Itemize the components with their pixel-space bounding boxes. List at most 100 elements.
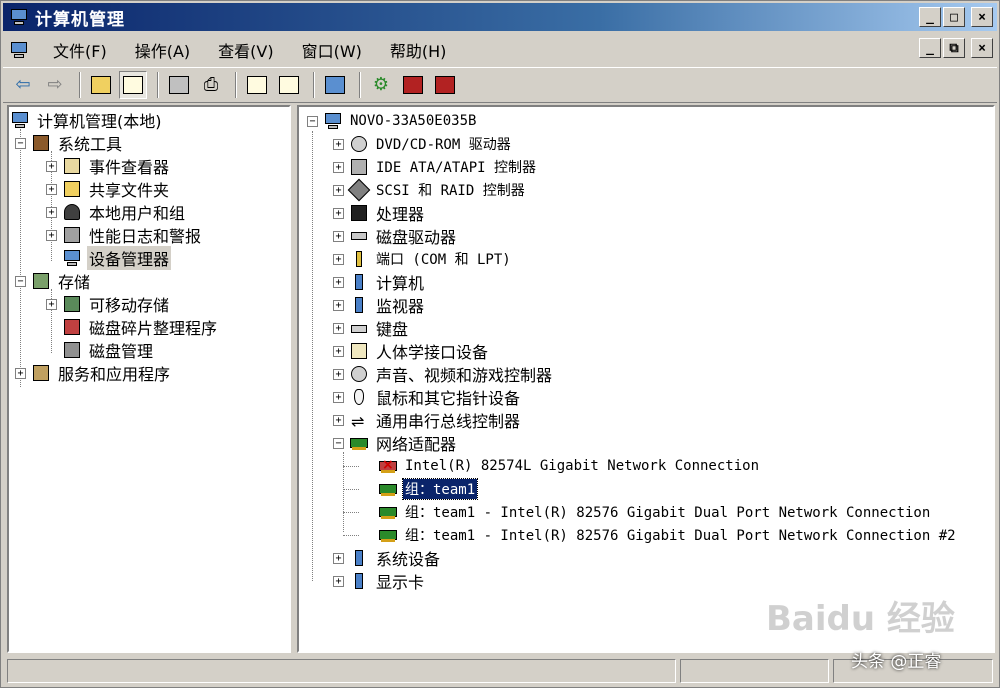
toolbar: ⇦ ⇨ ⎙ ⚙ [3,67,997,103]
up-folder-icon [91,76,111,94]
collapse-toggle[interactable]: − [333,437,344,449]
device-root[interactable]: − NOVO-33A50E035B [307,110,478,132]
category-computer[interactable]: + 计算机 [333,271,426,293]
print-button[interactable]: ⎙ [197,71,225,99]
expand-toggle[interactable]: + [333,184,344,196]
tree-item-system-tools[interactable]: − 系统工具 [15,132,124,154]
tree-item-storage[interactable]: − 存储 [15,270,92,292]
category-sound-video[interactable]: + 声音、视频和游戏控制器 [333,363,554,385]
menu-bar: 文件(F) 操作(A) 查看(V) 窗口(W) 帮助(H) _ ⧉ × [3,34,997,66]
scan-hardware-button[interactable] [321,71,349,99]
mdi-minimize-button[interactable]: _ [919,38,941,58]
expand-toggle[interactable]: + [333,299,344,311]
tree-root-computer-management[interactable]: 计算机管理(本地) [11,109,164,131]
computer-management-window: 计算机管理 _ □ × 文件(F) 操作(A) 查看(V) 窗口(W) 帮助(H… [0,0,1000,688]
menu-help[interactable]: 帮助(H) [376,38,461,62]
category-system-devices[interactable]: + 系统设备 [333,547,442,569]
window-title: 计算机管理 [35,9,125,30]
back-button[interactable]: ⇦ [9,71,37,99]
tree-item-shared-folders[interactable]: + 共享文件夹 [46,178,171,200]
system-device-icon [350,549,368,567]
category-dvd-cdrom[interactable]: + DVD/CD-ROM 驱动器 [333,133,513,155]
expand-toggle[interactable]: + [333,414,344,426]
expand-toggle[interactable]: + [333,253,344,265]
uninstall-device-button[interactable] [431,71,459,99]
menu-action[interactable]: 操作(A) [121,38,204,62]
device-tree-pane[interactable]: − NOVO-33A50E035B + DVD/CD-ROM 驱动器 + IDE… [297,105,995,653]
console-tree-pane[interactable]: 计算机管理(本地) − 系统工具 + 事件查看器 + 共享文件夹 + 本地用户和… [7,105,291,653]
tree-item-device-manager[interactable]: 设备管理器 [46,246,172,270]
expand-toggle[interactable]: + [333,575,344,587]
expand-toggle[interactable]: + [333,345,344,357]
expand-toggle[interactable]: + [333,552,344,564]
expand-toggle[interactable]: + [46,183,57,195]
category-mice[interactable]: + 鼠标和其它指针设备 [333,386,522,408]
toggle-pane-button[interactable] [275,71,303,99]
tree-item-services-applications[interactable]: + 服务和应用程序 [15,362,172,384]
category-monitors[interactable]: + 监视器 [333,294,426,316]
defragmenter-icon [63,318,81,336]
status-cell [7,659,676,683]
collapse-toggle[interactable]: − [307,115,318,127]
expand-toggle[interactable]: + [333,230,344,242]
menu-file[interactable]: 文件(F) [39,38,121,62]
show-hide-tree-button[interactable] [119,71,147,99]
expand-toggle[interactable]: + [333,138,344,150]
update-driver-button[interactable]: ⚙ [367,71,395,99]
tree-item-event-viewer[interactable]: + 事件查看器 [46,155,171,177]
expand-toggle[interactable]: + [46,229,57,241]
title-bar[interactable]: 计算机管理 _ □ × [3,3,997,31]
network-adapter-item[interactable]: × Intel(R) 82574L Gigabit Network Connec… [379,455,761,477]
network-adapter-item[interactable]: 组：team1 - Intel(R) 82576 Gigabit Dual Po… [379,501,932,523]
network-adapter-item[interactable]: 组：team1 - Intel(R) 82576 Gigabit Dual Po… [379,524,958,546]
properties-button[interactable] [165,71,193,99]
performance-logs-icon [63,226,81,244]
window-controls: _ □ × [919,7,993,27]
expand-toggle[interactable]: + [333,161,344,173]
category-display-adapters[interactable]: + 显示卡 [333,570,426,592]
expand-toggle[interactable]: + [46,160,57,172]
expand-toggle[interactable]: + [46,298,57,310]
toggle-pane-icon [279,76,299,94]
minimize-button[interactable]: _ [919,7,941,27]
category-usb[interactable]: + ⇌ 通用串行总线控制器 [333,409,522,431]
network-adapter-item[interactable]: 组：team1 [379,478,479,500]
tree-item-local-users[interactable]: + 本地用户和组 [46,201,187,223]
computer-icon [350,273,368,291]
category-keyboards[interactable]: + 键盘 [333,317,410,339]
category-ports[interactable]: + 端口 (COM 和 LPT) [333,248,513,270]
tree-item-performance-logs[interactable]: + 性能日志和警报 [46,224,203,246]
expand-toggle[interactable]: + [333,391,344,403]
menu-view[interactable]: 查看(V) [204,38,287,62]
expand-toggle[interactable]: + [333,368,344,380]
maximize-button[interactable]: □ [943,7,965,27]
expand-toggle[interactable]: + [333,207,344,219]
category-hid[interactable]: + 人体学接口设备 [333,340,490,362]
expand-toggle[interactable]: + [333,276,344,288]
toolbar-separator [313,72,315,98]
document-menu-icon[interactable] [9,41,29,59]
expand-toggle[interactable]: + [333,322,344,334]
forward-button[interactable]: ⇨ [41,71,69,99]
disable-device-icon [403,76,423,94]
tree-connector [343,452,344,532]
tree-item-removable-storage[interactable]: + 可移动存储 [46,293,171,315]
category-network-adapters[interactable]: − 网络适配器 [333,432,458,454]
collapse-toggle[interactable]: − [15,137,26,149]
mdi-close-button[interactable]: × [971,38,993,58]
disable-device-button[interactable] [399,71,427,99]
category-processors[interactable]: + 处理器 [333,202,426,224]
category-scsi-raid[interactable]: + SCSI 和 RAID 控制器 [333,178,527,202]
help-button[interactable] [243,71,271,99]
category-ide-controllers[interactable]: + IDE ATA/ATAPI 控制器 [333,156,538,178]
collapse-toggle[interactable]: − [15,275,26,287]
up-one-level-button[interactable] [87,71,115,99]
tree-item-disk-management[interactable]: 磁盘管理 [46,339,155,361]
category-disk-drives[interactable]: + 磁盘驱动器 [333,225,458,247]
expand-toggle[interactable]: + [15,367,26,379]
close-button[interactable]: × [971,7,993,27]
tree-item-disk-defragmenter[interactable]: 磁盘碎片整理程序 [46,316,219,338]
menu-window[interactable]: 窗口(W) [288,38,376,62]
expand-toggle[interactable]: + [46,206,57,218]
mdi-restore-button[interactable]: ⧉ [943,38,965,58]
